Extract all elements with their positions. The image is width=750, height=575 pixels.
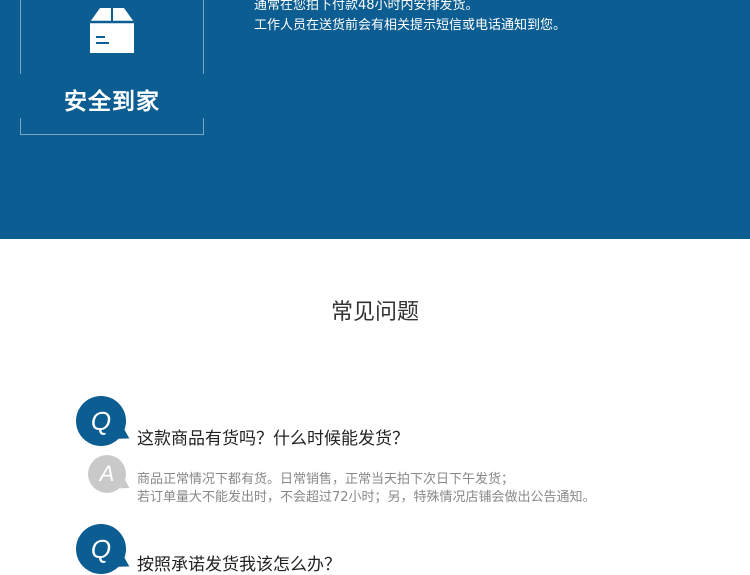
service-card-label: 安全到家 <box>64 89 160 115</box>
question-badge: Q <box>76 396 133 446</box>
answer-badge: A <box>88 455 132 493</box>
faq-section-title: 常见问题 <box>330 300 419 325</box>
question-letter: Q <box>90 533 112 564</box>
service-banner: 安全到家 通常在您拍下付款48小时内安排发货。 工作人员在送货前会有相关提示短信… <box>0 0 750 239</box>
faq-answer-1-line1: 商品正常情况下都有货。日常销售，正常当天拍下次日下午发货； <box>137 472 515 487</box>
box-icon <box>90 8 134 53</box>
shipping-time-text: 通常在您拍下付款48小时内安排发货。 <box>254 0 479 13</box>
question-letter: Q <box>90 405 112 436</box>
faq-question-2: 按照承诺发货我该怎么办？ <box>137 555 341 575</box>
delivery-notice-text: 工作人员在送货前会有相关提示短信或电话通知到您。 <box>254 18 567 33</box>
answer-letter: A <box>99 461 115 486</box>
faq-question-1: 这款商品有货吗？什么时候能发货？ <box>137 429 409 449</box>
faq-answer-1-line2: 若订单量大不能发出时，不会超过72小时；另，特殊情况店铺会做出公告通知。 <box>137 490 596 505</box>
question-badge: Q <box>76 524 133 574</box>
